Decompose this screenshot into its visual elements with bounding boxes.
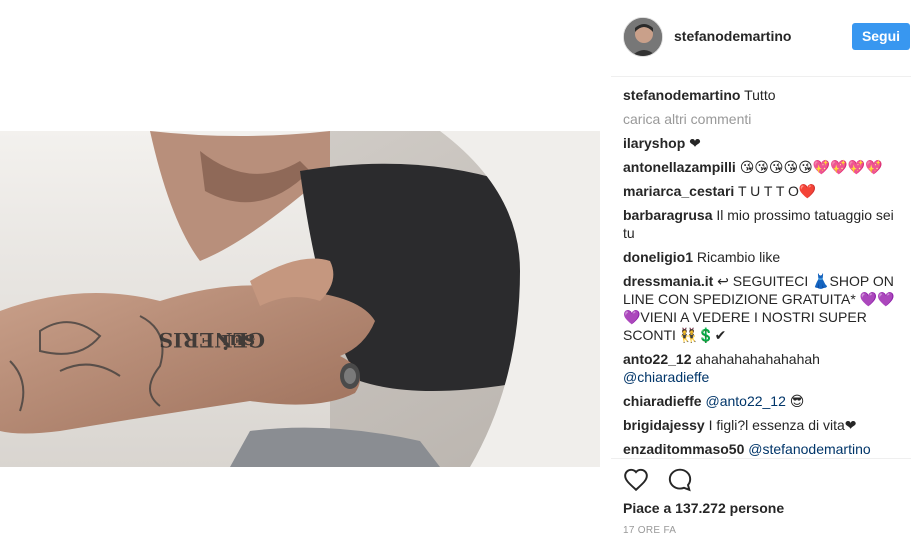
comment-username[interactable]: doneligio1: [623, 249, 693, 265]
comment-item: enzaditommaso50 @stefanodemartino: [623, 440, 906, 458]
follow-button[interactable]: Segui: [852, 23, 910, 50]
comment-username[interactable]: antonellazampilli: [623, 159, 736, 175]
post-header: stefanodemartino Segui: [611, 0, 911, 77]
comment-text: ahahahahahahahah: [695, 351, 820, 367]
avatar-image: [624, 18, 662, 56]
comment-text: T U T T O❤️: [737, 183, 817, 199]
likes-count[interactable]: Piace a 137.272 persone: [623, 500, 784, 516]
caption-text: Tutto: [744, 87, 776, 103]
caption-username[interactable]: stefanodemartino: [623, 87, 740, 103]
avatar[interactable]: [623, 17, 663, 57]
comment-item: ilaryshop ❤: [623, 134, 906, 152]
post-timestamp[interactable]: 17 ORE FA: [623, 525, 676, 536]
comment-text: 😘😘😘😘😘💖💖💖💖: [739, 159, 883, 175]
comment-username[interactable]: barbaragrusa: [623, 207, 712, 223]
post-media: GENERIS sui: [0, 0, 600, 542]
comment-text: Ricambio like: [696, 249, 781, 265]
comment-item: mariarca_cestari T U T T O❤️: [623, 182, 906, 200]
comment-item: antonellazampilli 😘😘😘😘😘💖💖💖💖: [623, 158, 906, 176]
photo-illustration: GENERIS sui: [0, 131, 600, 467]
comment-username[interactable]: anto22_12: [623, 351, 691, 367]
comment-item: anto22_12 ahahahahahahahah @chiaradieffe: [623, 350, 906, 386]
comment-item: doneligio1 Ricambio like: [623, 248, 906, 266]
load-more-comments-link[interactable]: carica altri commenti: [623, 110, 906, 128]
author-username[interactable]: stefanodemartino: [674, 28, 791, 44]
heart-icon[interactable]: [623, 467, 649, 493]
comment-mention[interactable]: @stefanodemartino: [748, 441, 870, 457]
comment-username[interactable]: chiaradieffe: [623, 393, 702, 409]
post-photo[interactable]: GENERIS sui: [0, 131, 600, 467]
action-bar: [623, 467, 707, 493]
comment-username[interactable]: dressmania.it: [623, 273, 713, 289]
comment-item: dressmania.it ↩ SEGUITECI 👗SHOP ON LINE …: [623, 272, 906, 344]
comment-list: stefanodemartino Tutto carica altri comm…: [623, 86, 906, 458]
comment-username[interactable]: enzaditommaso50: [623, 441, 744, 457]
comment-text: 😎: [789, 393, 805, 409]
post-sidebar: stefanodemartino Segui stefanodemartino …: [611, 0, 911, 542]
comment-item: brigidajessy I figli?l essenza di vita❤: [623, 416, 906, 434]
svg-text:sui: sui: [221, 330, 255, 354]
comment-mention[interactable]: @chiaradieffe: [623, 369, 709, 385]
comment-text: I figli?l essenza di vita❤: [708, 417, 857, 433]
comment-text: ❤: [689, 135, 701, 151]
comment-username[interactable]: brigidajessy: [623, 417, 705, 433]
caption: stefanodemartino Tutto: [623, 86, 906, 104]
post-actions: Piace a 137.272 persone 17 ORE FA: [611, 458, 911, 542]
comment-item: chiaradieffe @anto22_12 😎: [623, 392, 906, 410]
comment-bubble-icon[interactable]: [667, 467, 693, 493]
comment-username[interactable]: mariarca_cestari: [623, 183, 734, 199]
comment-username[interactable]: ilaryshop: [623, 135, 685, 151]
comment-item: barbaragrusa Il mio prossimo tatuaggio s…: [623, 206, 906, 242]
comment-mention[interactable]: @anto22_12: [705, 393, 785, 409]
